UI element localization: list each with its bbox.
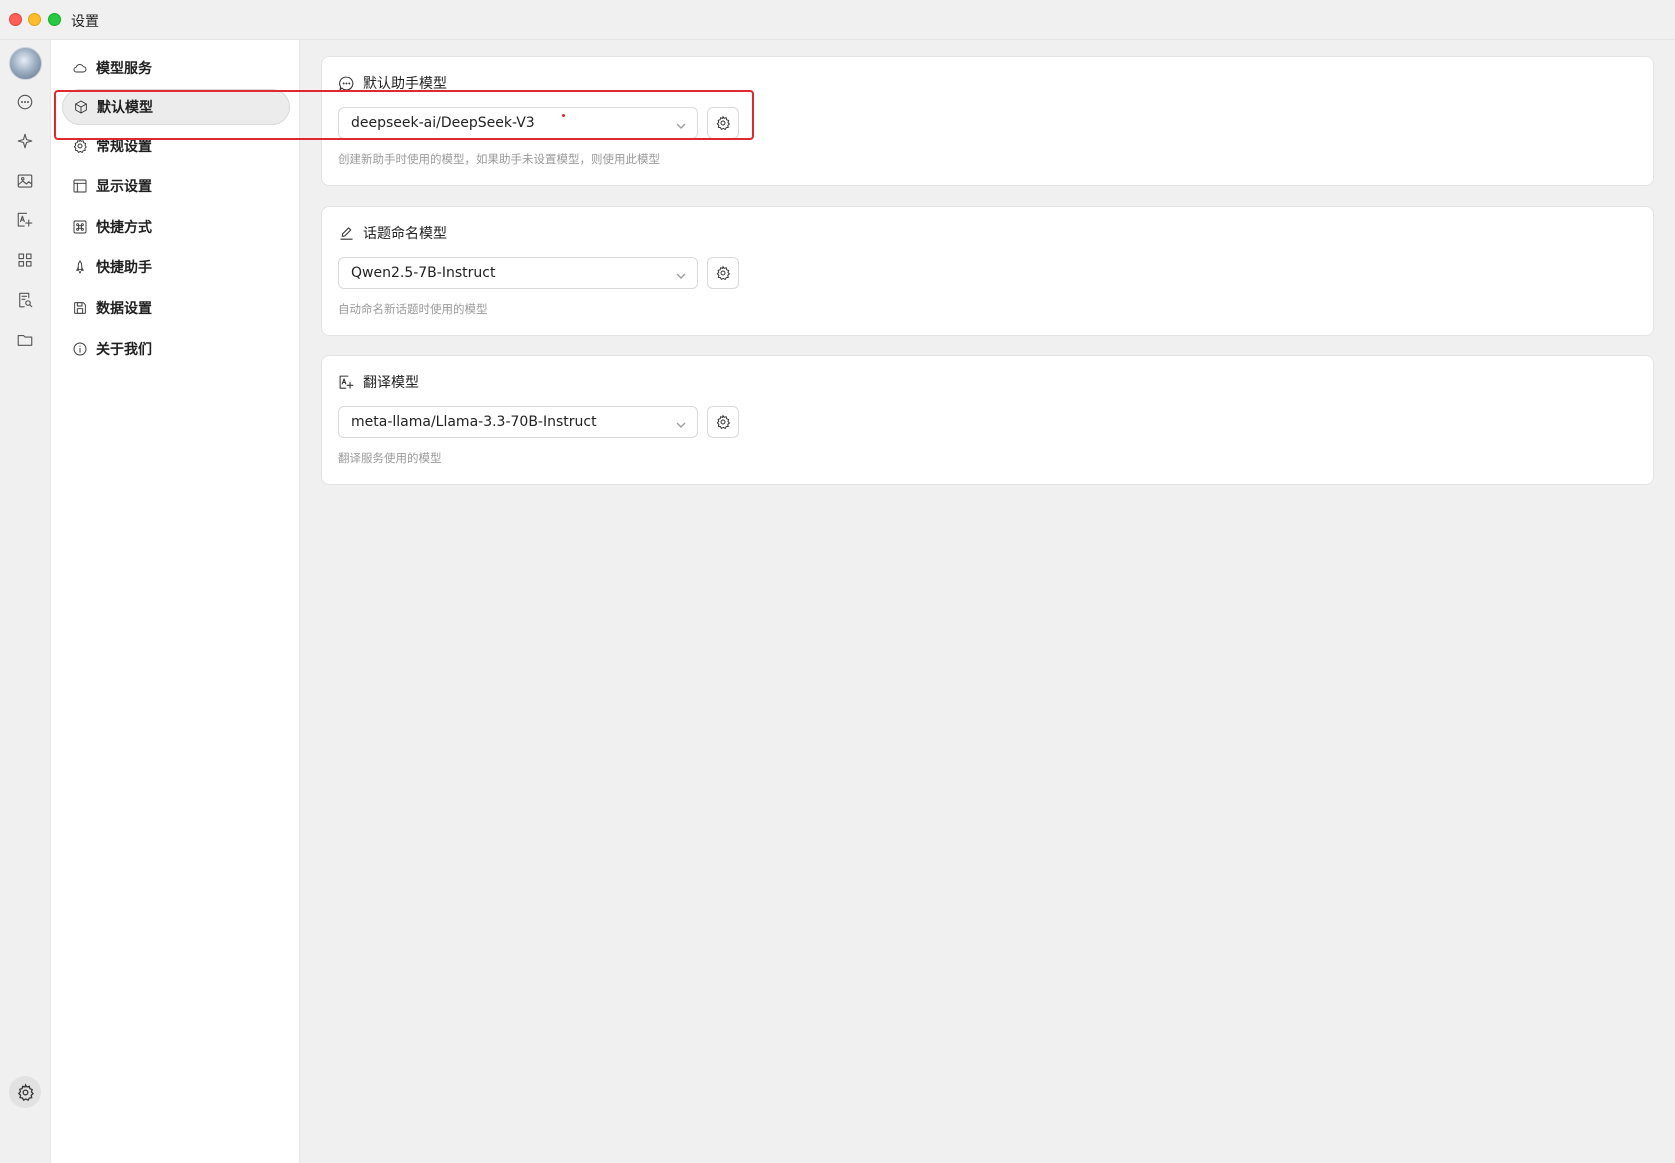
menu-item-label: 常规设置 — [96, 139, 152, 155]
command-icon — [73, 220, 87, 234]
close-window-button[interactable] — [9, 13, 22, 26]
card-description: 翻译服务使用的模型 — [338, 451, 442, 465]
topic-naming-model-card: 话题命名模型 Qwen2.5-7B-Instruct 自动命名新话题时使用的模型 — [321, 206, 1654, 336]
card-title-text: 默认助手模型 — [363, 76, 447, 92]
menu-item-data-settings[interactable]: 数据设置 — [62, 290, 290, 326]
menu-item-label: 数据设置 — [96, 301, 152, 317]
window-title: 设置 — [71, 14, 99, 30]
card-title-text: 翻译模型 — [363, 375, 419, 391]
chat-bubble-icon — [339, 76, 354, 90]
card-description: 创建新助手时使用的模型，如果助手未设置模型，则使用此模型 — [338, 152, 660, 166]
menu-item-label: 快捷方式 — [96, 220, 152, 236]
translation-model-card: 翻译模型 meta-llama/Llama-3.3-70B-Instruct 翻… — [321, 355, 1654, 485]
save-icon — [74, 302, 86, 314]
card-title: 翻译模型 — [338, 372, 419, 392]
menu-item-label: 默认模型 — [97, 100, 153, 116]
gear-icon — [716, 265, 731, 281]
card-description: 自动命名新话题时使用的模型 — [338, 302, 488, 316]
menu-item-label: 模型服务 — [96, 61, 152, 77]
menu-item-display-settings[interactable]: 显示设置 — [62, 168, 290, 204]
card-title: 话题命名模型 — [338, 223, 447, 243]
cloud-icon — [73, 64, 87, 73]
cube-icon — [75, 100, 87, 114]
edit-icon — [340, 226, 353, 240]
default-assistant-model-card: 默认助手模型 deepseek-ai/DeepSeek-V3 创建新助手时使用的… — [321, 56, 1654, 186]
topic-naming-model-settings-button[interactable] — [707, 257, 739, 289]
chat-icon[interactable] — [13, 90, 37, 114]
settings-menu: 模型服务 默认模型 常规设置 显示设置 快捷方式 快捷助手 数据设置 关于我们 — [50, 40, 300, 1163]
topic-naming-model-select[interactable]: Qwen2.5-7B-Instruct — [338, 257, 698, 289]
menu-item-about[interactable]: 关于我们 — [62, 331, 290, 367]
select-value: meta-llama/Llama-3.3-70B-Instruct — [351, 414, 597, 430]
title-bar: 设置 — [0, 0, 1675, 40]
translate-icon[interactable] — [13, 208, 37, 232]
folder-icon[interactable] — [13, 328, 37, 352]
settings-icon[interactable] — [9, 1076, 41, 1108]
chevron-down-icon — [675, 267, 687, 279]
select-value: Qwen2.5-7B-Instruct — [351, 265, 496, 281]
app-window: 设置 模型服务 默认模型 常规设置 显示设置 快捷方式 快捷助手 数据设置 关于… — [0, 0, 1675, 1163]
avatar[interactable] — [9, 47, 42, 80]
menu-item-label: 显示设置 — [96, 179, 152, 195]
info-icon — [73, 342, 87, 356]
annotation-dot — [562, 114, 565, 117]
menu-item-shortcuts[interactable]: 快捷方式 — [62, 209, 290, 245]
card-title-text: 话题命名模型 — [363, 226, 447, 242]
gear-icon — [716, 115, 731, 131]
menu-item-model-service[interactable]: 模型服务 — [62, 50, 290, 86]
default-assistant-model-settings-button[interactable] — [707, 107, 739, 139]
select-value: deepseek-ai/DeepSeek-V3 — [351, 115, 535, 131]
minimize-window-button[interactable] — [28, 13, 41, 26]
chevron-down-icon — [675, 117, 687, 129]
icon-rail — [0, 40, 50, 1163]
document-search-icon[interactable] — [13, 288, 37, 312]
image-icon[interactable] — [13, 169, 37, 193]
settings-content: 默认助手模型 deepseek-ai/DeepSeek-V3 创建新助手时使用的… — [301, 40, 1675, 1163]
menu-item-general-settings[interactable]: 常规设置 — [62, 128, 290, 164]
menu-item-default-model[interactable]: 默认模型 — [62, 89, 290, 125]
translation-model-select[interactable]: meta-llama/Llama-3.3-70B-Instruct — [338, 406, 698, 438]
apps-icon[interactable] — [13, 248, 37, 272]
rocket-icon — [76, 260, 84, 274]
chevron-down-icon — [675, 416, 687, 428]
translation-model-settings-button[interactable] — [707, 406, 739, 438]
default-assistant-model-select[interactable]: deepseek-ai/DeepSeek-V3 — [338, 107, 698, 139]
menu-item-label: 关于我们 — [96, 342, 152, 358]
maximize-window-button[interactable] — [48, 13, 61, 26]
menu-item-label: 快捷助手 — [96, 260, 152, 276]
layout-icon — [73, 179, 87, 193]
menu-item-quick-assistant[interactable]: 快捷助手 — [62, 249, 290, 285]
card-title: 默认助手模型 — [338, 73, 447, 93]
sparkle-icon[interactable] — [13, 129, 37, 153]
gear-icon — [73, 139, 87, 153]
gear-icon — [716, 414, 731, 430]
translate-icon — [339, 375, 354, 389]
